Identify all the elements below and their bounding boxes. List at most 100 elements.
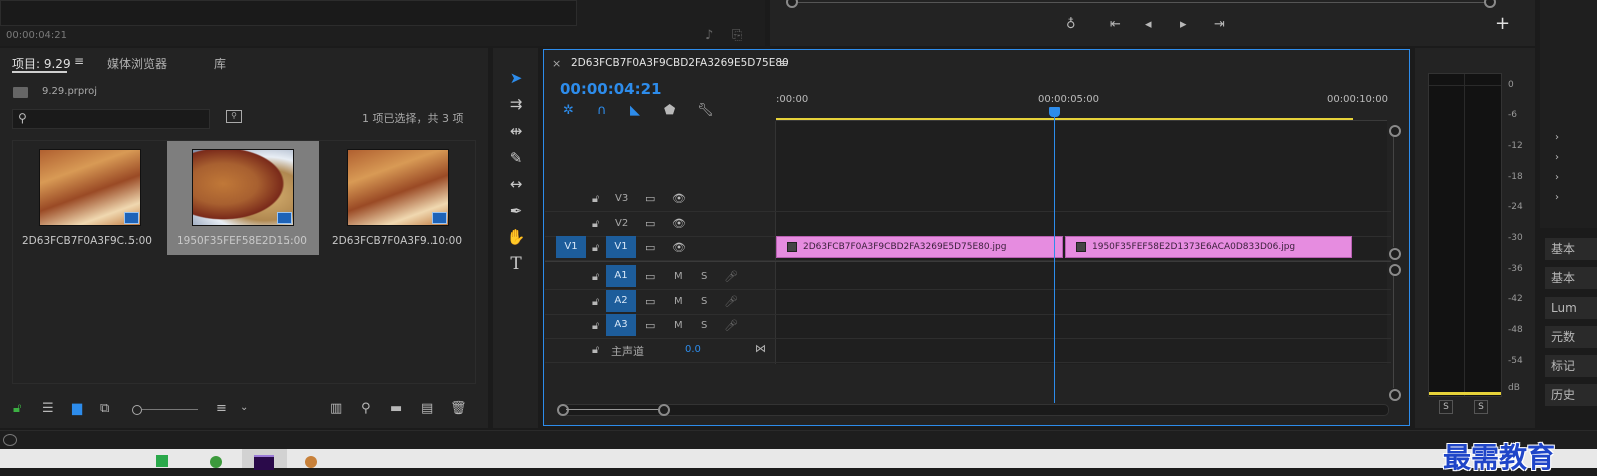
program-scrub-handle-end[interactable] <box>1484 0 1496 8</box>
search-input[interactable]: ⚲ <box>12 109 210 129</box>
side-panel-button[interactable]: 标记 <box>1545 355 1597 377</box>
add-button-icon[interactable]: + <box>1495 15 1510 33</box>
source-patch-v1[interactable]: V1 <box>556 236 586 258</box>
timeline-clip[interactable]: 1950F35FEF58E2D1373E6ACA0D833D06.jpg <box>1065 236 1352 258</box>
timeline-clip[interactable]: 2D63FCB7F0A3F9CBD2FA3269E5D75E80.jpg <box>776 236 1063 258</box>
lock-icon[interactable]: 🔓︎ <box>592 319 599 333</box>
playhead-handle[interactable] <box>1049 107 1060 117</box>
tab-project[interactable]: 项目: 9.29 <box>12 55 71 72</box>
go-to-out-icon[interactable]: ⇥ <box>1214 18 1225 32</box>
type-tool-icon[interactable]: T <box>503 253 529 275</box>
go-to-in-icon[interactable]: ⇤ <box>1110 18 1121 32</box>
side-panel-button[interactable]: 基本 <box>1545 238 1597 260</box>
sequence-menu-icon[interactable]: ≡ <box>779 57 788 70</box>
freeform-view-icon[interactable]: ⧉ <box>100 402 109 416</box>
snap-icon[interactable]: ∩ <box>597 104 607 118</box>
media-item[interactable]: 2D63FCB7F0A3F9C... 5:00 <box>12 141 164 255</box>
chevron-right-icon[interactable]: › <box>1555 151 1559 165</box>
marker-link-icon[interactable]: ♁ <box>1066 18 1076 32</box>
automate-to-sequence-icon[interactable]: ▥ <box>330 402 342 416</box>
horizontal-zoom-scrollbar[interactable] <box>562 404 1389 416</box>
chevron-down-icon[interactable]: ⌄ <box>240 401 248 415</box>
tab-library[interactable]: 库 <box>214 55 226 72</box>
eye-icon[interactable]: 👁︎ <box>672 217 686 231</box>
taskbar-active-app[interactable] <box>242 449 287 470</box>
solo-button[interactable]: S <box>701 320 707 331</box>
audio-scroll-handle-bottom[interactable] <box>1389 389 1401 401</box>
side-panel-button[interactable]: 基本 <box>1545 267 1597 289</box>
track-target-a2[interactable]: A2 <box>606 290 636 312</box>
sequence-timecode[interactable]: 00:00:04:21 <box>560 80 662 98</box>
sync-lock-icon[interactable]: ▭ <box>645 217 655 231</box>
chevron-right-icon[interactable]: › <box>1555 171 1559 185</box>
step-back-icon[interactable]: ◂ <box>1145 18 1152 32</box>
vertical-scroll-handle-bottom[interactable] <box>1389 248 1401 260</box>
linked-selection-icon[interactable]: ◣ <box>630 104 640 118</box>
audio-scroll-handle-top[interactable] <box>1389 264 1401 276</box>
icon-view-icon[interactable]: ▆ <box>72 402 82 416</box>
sync-lock-icon[interactable]: ▭ <box>645 270 655 284</box>
sync-lock-icon[interactable]: ▭ <box>645 192 655 206</box>
zoom-scroll-thumb[interactable] <box>566 409 660 410</box>
pen-tool-icon[interactable]: ✒ <box>503 200 529 222</box>
taskbar-app-icon[interactable] <box>210 456 222 468</box>
media-item-selected[interactable]: 1950F35FEF58E2D1... 5:00 <box>167 141 319 255</box>
project-panel-menu-icon[interactable]: ≡ <box>74 54 84 68</box>
new-item-icon[interactable]: ▤ <box>421 402 433 416</box>
ripple-edit-tool-icon[interactable]: ⇹ <box>503 120 529 142</box>
zoom-scroll-handle-left[interactable] <box>557 404 569 416</box>
go-to-edit-icon[interactable]: ⋈ <box>755 342 766 356</box>
mute-button[interactable]: M <box>674 296 683 307</box>
solo-button[interactable]: S <box>701 296 707 307</box>
lock-icon[interactable]: 🔓︎ <box>592 241 599 255</box>
eye-icon[interactable]: 👁︎ <box>672 192 686 206</box>
lock-icon[interactable]: 🔓︎ <box>592 343 599 357</box>
find-icon[interactable]: ⚲ <box>226 110 242 123</box>
lock-icon[interactable]: 🔓︎ <box>592 217 599 231</box>
vertical-scroll-handle-top[interactable] <box>1389 125 1401 137</box>
close-sequence-icon[interactable]: × <box>552 57 561 70</box>
creative-cloud-icon[interactable] <box>3 434 17 446</box>
zoom-scroll-handle-right[interactable] <box>658 404 670 416</box>
hand-tool-icon[interactable]: ✋ <box>503 226 529 248</box>
lock-icon[interactable]: 🔓︎ <box>592 295 599 309</box>
master-volume-value[interactable]: 0.0 <box>685 344 701 355</box>
microphone-icon[interactable]: 🎤︎ <box>724 295 738 309</box>
chevron-right-icon[interactable]: › <box>1555 131 1559 145</box>
step-forward-icon[interactable]: ▸ <box>1180 18 1187 32</box>
microphone-icon[interactable]: 🎤︎ <box>724 319 738 333</box>
sync-lock-icon[interactable]: ▭ <box>645 319 655 333</box>
add-marker-icon[interactable]: ⬟ <box>664 104 675 118</box>
track-select-tool-icon[interactable]: ⇉ <box>503 93 529 115</box>
slip-tool-icon[interactable]: ↔ <box>503 173 529 195</box>
chevron-right-icon[interactable]: › <box>1555 191 1559 205</box>
nest-icon[interactable]: ✲ <box>563 104 574 118</box>
track-target-a1[interactable]: A1 <box>606 265 636 287</box>
lock-icon[interactable]: 🔓︎ <box>13 402 21 416</box>
solo-right-button[interactable]: S <box>1474 400 1488 414</box>
sync-lock-icon[interactable]: ▭ <box>645 295 655 309</box>
side-panel-button[interactable]: Lum <box>1545 297 1597 319</box>
insert-icon[interactable]: ♪ <box>705 29 713 43</box>
list-view-icon[interactable]: ☰ <box>42 402 54 416</box>
tab-media-browser[interactable]: 媒体浏览器 <box>107 55 167 72</box>
sync-lock-icon[interactable]: ▭ <box>645 241 655 255</box>
playhead-line[interactable] <box>1054 117 1055 403</box>
audio-vertical-scrollbar[interactable] <box>1393 276 1394 388</box>
program-scrub-handle[interactable] <box>786 0 798 8</box>
eye-icon[interactable]: 👁︎ <box>672 241 686 255</box>
mute-button[interactable]: M <box>674 271 683 282</box>
settings-wrench-icon[interactable]: 🔧︎ <box>697 104 714 118</box>
zoom-slider-handle[interactable] <box>132 405 142 415</box>
side-panel-button[interactable]: 元数 <box>1545 326 1597 348</box>
mute-button[interactable]: M <box>674 320 683 331</box>
find-icon[interactable]: ⚲ <box>361 402 371 416</box>
side-panel-button[interactable]: 历史 <box>1545 384 1597 406</box>
razor-tool-icon[interactable]: ✎ <box>503 147 529 169</box>
export-frame-icon[interactable]: ⎘ <box>732 29 742 43</box>
video-vertical-scrollbar[interactable] <box>1393 137 1394 247</box>
lock-icon[interactable]: 🔓︎ <box>592 270 599 284</box>
sequence-tab-title[interactable]: 2D63FCB7F0A3F9CBD2FA3269E5D75E80 <box>571 57 789 69</box>
sort-icon[interactable]: ≡ <box>216 402 227 416</box>
taskbar-app-icon[interactable] <box>305 456 317 468</box>
